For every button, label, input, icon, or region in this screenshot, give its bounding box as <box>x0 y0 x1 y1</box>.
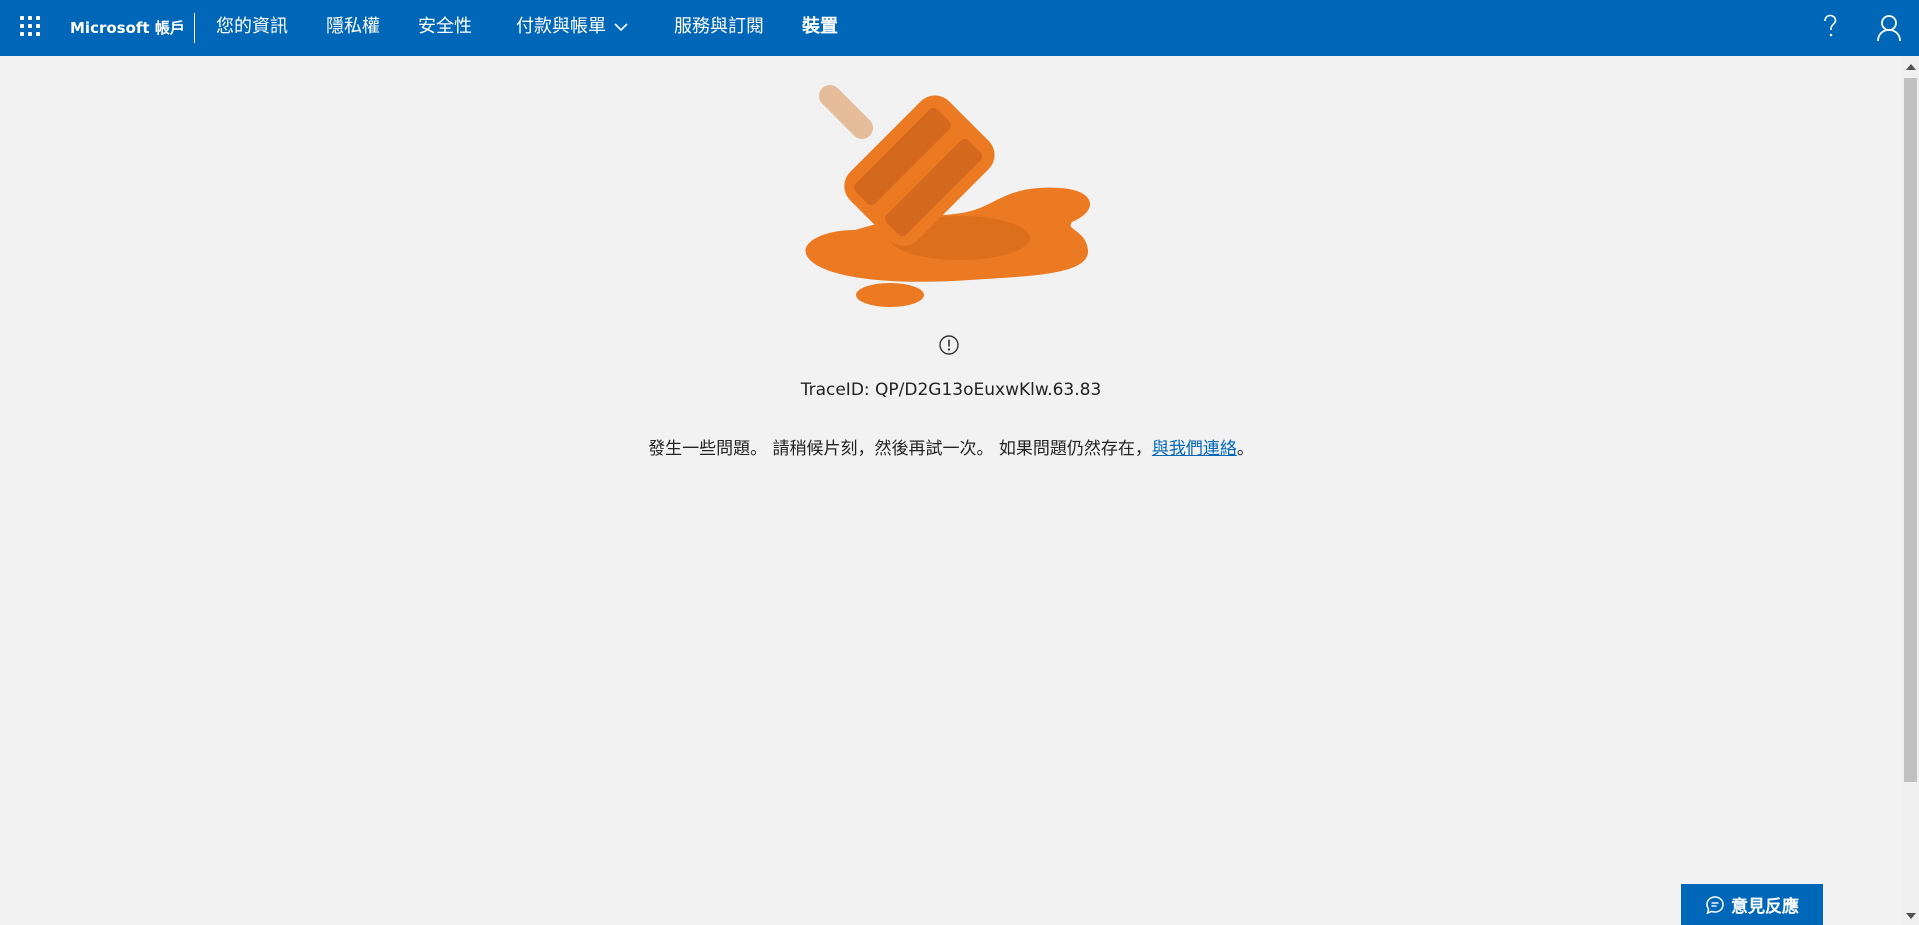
nav-item-devices[interactable]: 裝置 <box>802 0 838 56</box>
scroll-up-arrow-icon[interactable] <box>1906 64 1916 70</box>
person-icon[interactable] <box>1876 14 1902 42</box>
chat-bubble-icon <box>1706 895 1724 914</box>
nav-item-your-info[interactable]: 您的資訊 <box>216 0 288 56</box>
melted-popsicle-illustration <box>805 85 1091 307</box>
contact-us-link[interactable]: 與我們連絡 <box>1152 439 1237 459</box>
error-message-suffix: 。 <box>1236 439 1254 459</box>
nav-item-payment-billing-label: 付款與帳單 <box>516 16 606 37</box>
nav-item-payment-billing[interactable]: 付款與帳單 <box>516 0 628 56</box>
brand-title[interactable]: Microsoft 帳戶 <box>70 0 185 56</box>
error-message: 發生一些問題。 請稍候片刻，然後再試一次。 如果問題仍然存在，與我們連絡。 <box>0 434 1902 459</box>
nav-item-services-subscriptions[interactable]: 服務與訂閱 <box>674 0 764 56</box>
exclamation-circle-icon <box>939 335 959 355</box>
scroll-down-arrow-icon[interactable] <box>1906 913 1916 919</box>
vertical-scrollbar[interactable] <box>1902 56 1919 925</box>
nav-item-security[interactable]: 安全性 <box>418 0 472 56</box>
top-nav-bar: Microsoft 帳戶 您的資訊 隱私權 安全性 付款與帳單 服務與訂閱 裝置 <box>0 0 1919 56</box>
error-message-text: 發生一些問題。 請稍候片刻，然後再試一次。 如果問題仍然存在， <box>648 439 1152 459</box>
chevron-down-icon <box>614 22 628 31</box>
scrollbar-thumb[interactable] <box>1904 78 1917 782</box>
brand-divider <box>194 13 195 43</box>
feedback-button-label: 意見反應 <box>1731 897 1799 917</box>
feedback-button[interactable]: 意見反應 <box>1681 884 1823 925</box>
trace-id-text: TraceID: QP/D2G13oEuxwKlw.63.83 <box>800 380 1102 400</box>
waffle-grid-icon[interactable] <box>20 16 40 36</box>
question-mark-icon[interactable] <box>1820 14 1840 40</box>
nav-item-privacy[interactable]: 隱私權 <box>326 0 380 56</box>
